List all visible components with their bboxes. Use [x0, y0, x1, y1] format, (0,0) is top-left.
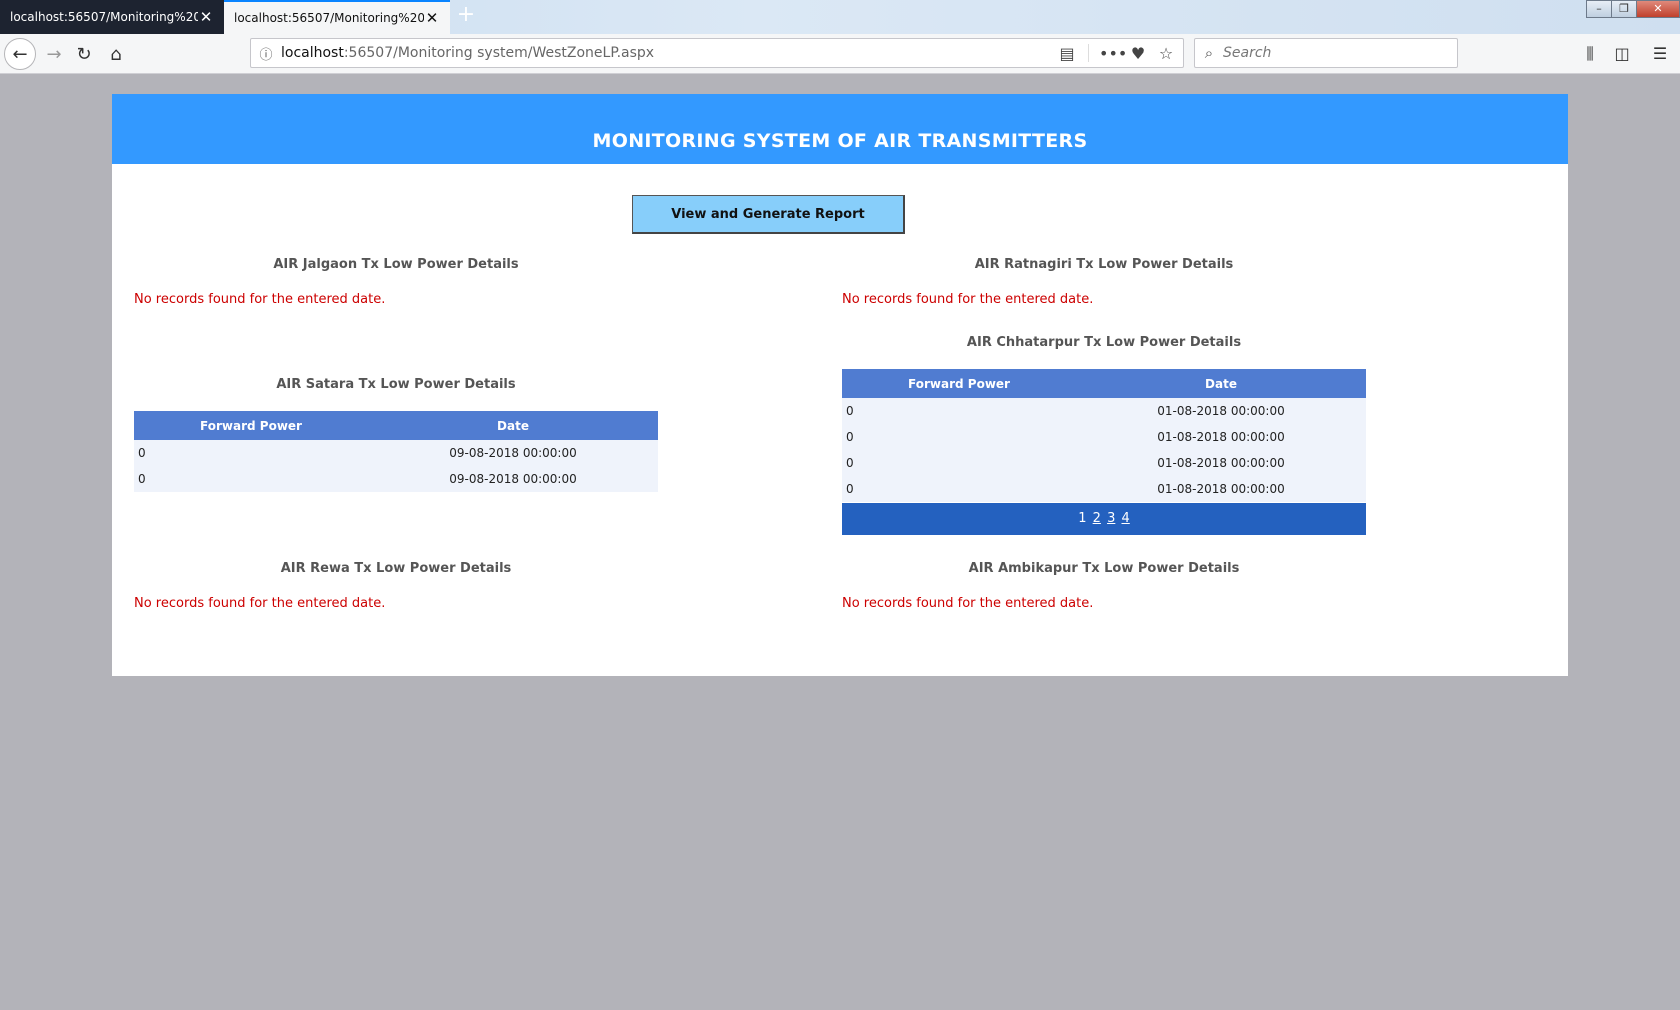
date-cell: 09-08-2018 00:00:00	[368, 440, 658, 466]
chhatarpur-section-title: AIR Chhatarpur Tx Low Power Details	[966, 335, 1242, 350]
table-row: 0 01-08-2018 00:00:00	[842, 450, 1366, 476]
forward-power-cell: 0	[842, 398, 1076, 424]
close-tab-icon[interactable]: ✕	[424, 10, 440, 26]
minimize-icon[interactable]: –	[1586, 0, 1612, 18]
table-header-row: Forward Power Date	[134, 411, 658, 440]
tab-title: localhost:56507/Monitoring%20system/	[10, 10, 198, 24]
back-arrow-icon[interactable]: ←	[4, 38, 36, 70]
jalgaon-no-records-message: No records found for the entered date.	[134, 292, 386, 307]
info-icon[interactable]: ⓘ	[251, 44, 281, 63]
tab-inactive[interactable]: localhost:56507/Monitoring%20system/ ✕	[0, 0, 224, 34]
view-generate-report-button[interactable]: View and Generate Report	[632, 195, 905, 234]
close-tab-icon[interactable]: ✕	[198, 9, 214, 25]
pager-current-page: 1	[1078, 511, 1087, 526]
jalgaon-section-title: AIR Jalgaon Tx Low Power Details	[273, 257, 519, 272]
tab-active[interactable]: localhost:56507/Monitoring%20system/West…	[224, 0, 450, 34]
forward-power-cell: 0	[842, 424, 1076, 450]
window-close-icon[interactable]: ✕	[1636, 0, 1680, 18]
reader-view-icon[interactable]: ▤	[1056, 44, 1078, 63]
star-icon[interactable]: ☆	[1155, 44, 1177, 63]
home-icon[interactable]: ⌂	[102, 40, 130, 68]
url-host: localhost	[281, 45, 344, 61]
pager-link[interactable]: 4	[1121, 511, 1129, 526]
page-container: MONITORING SYSTEM OF AIR TRANSMITTERS Vi…	[112, 94, 1568, 676]
table-row: 0 01-08-2018 00:00:00	[842, 398, 1366, 424]
date-cell: 01-08-2018 00:00:00	[1076, 398, 1366, 424]
url-path: :56507/Monitoring system/WestZoneLP.aspx	[343, 45, 655, 61]
table-row: 0 09-08-2018 00:00:00	[134, 466, 658, 492]
hamburger-menu-icon[interactable]: ☰	[1648, 42, 1672, 66]
pocket-icon[interactable]: ♥	[1127, 44, 1149, 63]
column-header-forward-power: Forward Power	[842, 369, 1076, 398]
tab-bar: localhost:56507/Monitoring%20system/ ✕ l…	[0, 0, 1680, 34]
search-placeholder: Search	[1223, 45, 1272, 61]
navigation-toolbar: ← → ↻ ⌂ ⓘ localhost:56507/Monitoring sys…	[0, 34, 1680, 74]
forward-arrow-icon[interactable]: →	[40, 40, 68, 68]
search-input[interactable]: ⌕ Search	[1194, 38, 1458, 68]
tab-title: localhost:56507/Monitoring%20system/West…	[234, 11, 424, 25]
new-tab-icon[interactable]: +	[454, 4, 478, 28]
column-header-date: Date	[1076, 369, 1366, 398]
forward-power-cell: 0	[134, 440, 368, 466]
date-cell: 09-08-2018 00:00:00	[368, 466, 658, 492]
page-title: MONITORING SYSTEM OF AIR TRANSMITTERS	[592, 130, 1088, 152]
chhatarpur-pager: 1 2 3 4	[842, 503, 1366, 535]
url-text[interactable]: localhost:56507/Monitoring system/WestZo…	[281, 45, 1056, 61]
table-row: 0 01-08-2018 00:00:00	[842, 424, 1366, 450]
date-cell: 01-08-2018 00:00:00	[1076, 424, 1366, 450]
ratnagiri-section-title: AIR Ratnagiri Tx Low Power Details	[974, 257, 1234, 272]
date-cell: 01-08-2018 00:00:00	[1076, 476, 1366, 502]
window-controls: – ❐ ✕	[1586, 0, 1680, 20]
satara-section-title: AIR Satara Tx Low Power Details	[276, 377, 516, 392]
ambikapur-no-records-message: No records found for the entered date.	[842, 596, 1094, 611]
table-header-row: Forward Power Date	[842, 369, 1366, 398]
reload-icon[interactable]: ↻	[70, 40, 98, 68]
sidebar-icon[interactable]: ◫	[1610, 42, 1634, 66]
table-row: 0 01-08-2018 00:00:00	[842, 476, 1366, 502]
search-icon: ⌕	[1204, 44, 1214, 62]
restore-icon[interactable]: ❐	[1611, 0, 1637, 18]
more-icon[interactable]: •••	[1099, 44, 1127, 63]
table-row: 0 09-08-2018 00:00:00	[134, 440, 658, 466]
pager-link[interactable]: 3	[1107, 511, 1115, 526]
rewa-section-title: AIR Rewa Tx Low Power Details	[280, 561, 512, 576]
column-header-date: Date	[368, 411, 658, 440]
ratnagiri-no-records-message: No records found for the entered date.	[842, 292, 1094, 307]
header-banner: MONITORING SYSTEM OF AIR TRANSMITTERS	[112, 94, 1568, 164]
url-bar[interactable]: ⓘ localhost:56507/Monitoring system/West…	[250, 38, 1184, 68]
satara-data-table: Forward Power Date 0 09-08-2018 00:00:00…	[134, 411, 658, 492]
forward-power-cell: 0	[842, 476, 1076, 502]
forward-power-cell: 0	[134, 466, 368, 492]
library-icon[interactable]: ⫼	[1578, 42, 1602, 66]
date-cell: 01-08-2018 00:00:00	[1076, 450, 1366, 476]
url-divider	[1088, 44, 1089, 62]
column-header-forward-power: Forward Power	[134, 411, 368, 440]
forward-power-cell: 0	[842, 450, 1076, 476]
pager-link[interactable]: 2	[1093, 511, 1101, 526]
url-actions: ▤ ••• ♥ ☆	[1056, 44, 1183, 63]
rewa-no-records-message: No records found for the entered date.	[134, 596, 386, 611]
chhatarpur-data-table: Forward Power Date 0 01-08-2018 00:00:00…	[842, 369, 1366, 502]
ambikapur-section-title: AIR Ambikapur Tx Low Power Details	[968, 561, 1240, 576]
